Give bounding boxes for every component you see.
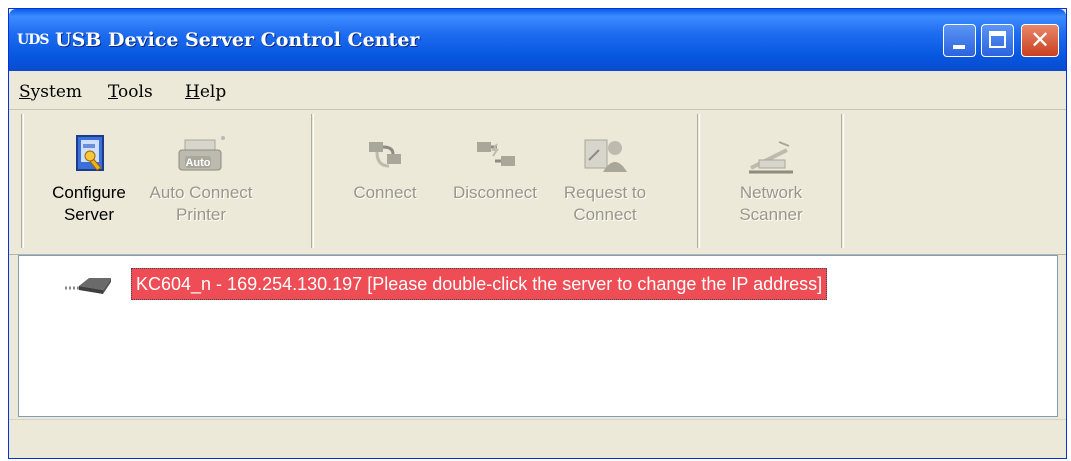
- toolbar-separator: [311, 114, 314, 248]
- main-window: UDS USB Device Server Control Center ✕ S…: [8, 8, 1067, 459]
- auto-connect-printer-label: Auto Connect Printer: [149, 183, 253, 224]
- server-device-icon: [65, 278, 111, 294]
- toolbar-separator: [841, 114, 844, 248]
- request-to-connect-label: Request to Connect: [563, 183, 647, 224]
- connect-button[interactable]: Connect: [330, 130, 440, 204]
- menu-system[interactable]: System: [19, 82, 82, 102]
- request-to-connect-icon: [584, 139, 627, 172]
- app-icon: UDS: [17, 32, 49, 48]
- window-title: USB Device Server Control Center: [55, 29, 420, 51]
- server-item-label[interactable]: KC604_n - 169.254.130.197 [Please double…: [131, 268, 828, 300]
- network-scanner-label: Network Scanner: [739, 183, 803, 224]
- toolbar: Configure Server Auto Auto Connect Print…: [9, 110, 1066, 255]
- disconnect-label: Disconnect: [452, 183, 538, 202]
- server-list[interactable]: KC604_n - 169.254.130.197 [Please double…: [18, 255, 1058, 417]
- minimize-icon: [953, 45, 965, 49]
- close-icon: ✕: [1029, 26, 1051, 54]
- maximize-icon: [989, 31, 1006, 48]
- auto-connect-printer-button[interactable]: Auto Auto Connect Printer: [146, 130, 256, 226]
- disconnect-icon: [477, 142, 515, 166]
- request-to-connect-button[interactable]: Request to Connect: [550, 130, 660, 226]
- configure-server-icon: [76, 135, 104, 171]
- toolbar-grip: [21, 114, 24, 248]
- close-button[interactable]: ✕: [1021, 24, 1059, 57]
- maximize-button[interactable]: [981, 24, 1014, 57]
- disconnect-button[interactable]: Disconnect: [440, 130, 550, 204]
- title-bar[interactable]: UDS USB Device Server Control Center ✕: [9, 9, 1066, 71]
- toolbar-separator: [697, 114, 700, 248]
- menu-bar: System Tools Help: [9, 71, 1066, 110]
- menu-help[interactable]: Help: [185, 82, 226, 102]
- configure-server-label: Configure Server: [52, 183, 126, 224]
- auto-connect-printer-icon: Auto: [178, 136, 225, 171]
- connect-icon: [369, 142, 401, 168]
- network-scanner-button[interactable]: Network Scanner: [716, 130, 826, 226]
- minimize-button[interactable]: [943, 24, 976, 57]
- connect-label: Connect: [353, 183, 417, 202]
- menu-tools[interactable]: Tools: [108, 82, 153, 102]
- status-bar: [9, 419, 1066, 460]
- network-scanner-icon: [749, 141, 793, 174]
- configure-server-button[interactable]: Configure Server: [34, 130, 144, 226]
- auto-badge: Auto: [185, 157, 210, 169]
